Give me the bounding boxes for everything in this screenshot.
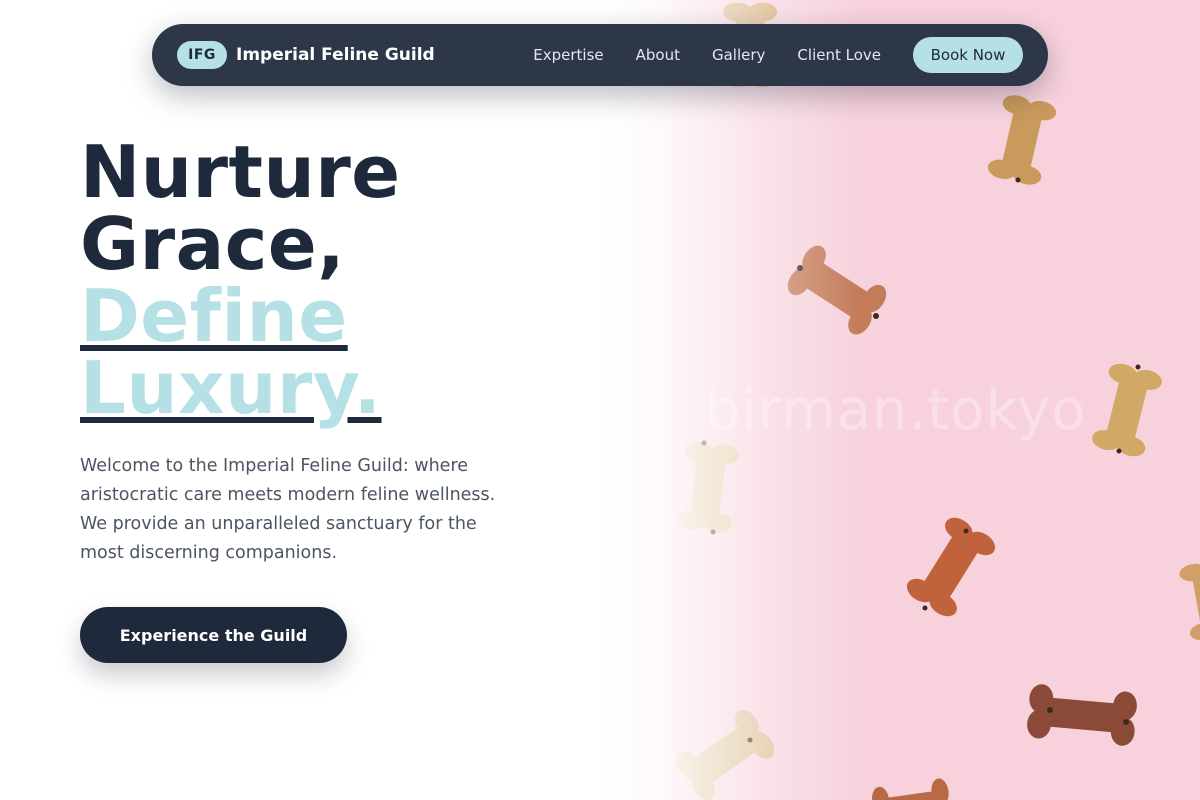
nav-link-about[interactable]: About xyxy=(636,46,680,64)
brand-name[interactable]: Imperial Feline Guild xyxy=(236,45,435,65)
nav-link-gallery[interactable]: Gallery xyxy=(712,46,765,64)
nav-link-expertise[interactable]: Expertise xyxy=(533,46,603,64)
book-now-button[interactable]: Book Now xyxy=(913,37,1023,73)
nav-links: Expertise About Gallery Client Love Book… xyxy=(533,37,1023,73)
experience-guild-button[interactable]: Experience the Guild xyxy=(80,607,347,663)
headline-line-1: Nurture xyxy=(80,130,401,214)
image-watermark: birman.tokyo xyxy=(705,378,1087,443)
top-navbar: IFG Imperial Feline Guild Expertise Abou… xyxy=(152,24,1048,86)
hero-intro-text: Welcome to the Imperial Feline Guild: wh… xyxy=(80,456,496,563)
nav-link-client-love[interactable]: Client Love xyxy=(797,46,881,64)
logo-badge[interactable]: IFG xyxy=(177,41,227,69)
headline-accent-2: Luxury. xyxy=(80,346,382,430)
hero-headline: Nurture Grace, Define Luxury. xyxy=(80,136,560,424)
headline-line-2: Grace, xyxy=(80,202,346,286)
hero-copy: Nurture Grace, Define Luxury. Welcome to… xyxy=(80,136,560,568)
